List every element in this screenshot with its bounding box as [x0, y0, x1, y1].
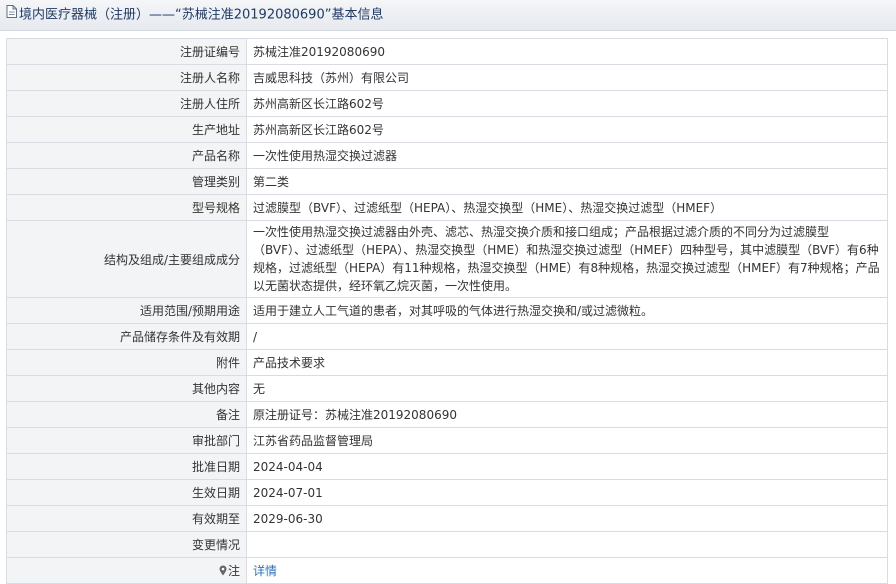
field-value: 无 — [246, 375, 888, 402]
table-row: 生产地址 苏州高新区长江路602号 — [6, 116, 888, 143]
table-row: 产品名称 一次性使用热湿交换过滤器 — [6, 142, 888, 169]
table-row: 注册人住所 苏州高新区长江路602号 — [6, 90, 888, 117]
note-label-cell: 注 — [6, 557, 247, 584]
field-label: 审批部门 — [6, 427, 247, 454]
info-table: 注册证编号 苏械注准20192080690 注册人名称 吉威思科技（苏州）有限公… — [6, 38, 888, 584]
table-row: 型号规格 过滤膜型（BVF）、过滤纸型（HEPA）、热湿交换型（HME）、热湿交… — [6, 194, 888, 221]
table-row: 结构及组成/主要组成成分 一次性使用热湿交换过滤器由外壳、滤芯、热湿交换介质和接… — [6, 220, 888, 298]
field-value: 一次性使用热湿交换过滤器 — [246, 142, 888, 169]
field-value: 2024-04-04 — [246, 453, 888, 480]
field-label: 生效日期 — [6, 479, 247, 506]
table-row: 审批部门 江苏省药品监督管理局 — [6, 427, 888, 454]
field-value: 过滤膜型（BVF）、过滤纸型（HEPA）、热湿交换型（HME）、热湿交换过滤型（… — [246, 194, 888, 221]
field-label: 备注 — [6, 401, 247, 428]
table-row: 适用范围/预期用途 适用于建立人工气道的患者，对其呼吸的气体进行热湿交换和/或过… — [6, 297, 888, 324]
table-row: 产品储存条件及有效期 / — [6, 323, 888, 350]
field-label: 型号规格 — [6, 194, 247, 221]
table-row: 其他内容 无 — [6, 375, 888, 402]
field-value: 苏州高新区长江路602号 — [246, 90, 888, 117]
field-value: 原注册证号：苏械注准20192080690 — [246, 401, 888, 428]
note-label: 注 — [227, 564, 240, 578]
field-label: 适用范围/预期用途 — [6, 297, 247, 324]
field-label: 批准日期 — [6, 453, 247, 480]
pin-icon — [219, 565, 227, 579]
field-value: 吉威思科技（苏州）有限公司 — [246, 64, 888, 91]
field-label: 产品储存条件及有效期 — [6, 323, 247, 350]
field-value: 第二类 — [246, 168, 888, 195]
field-value: 苏州高新区长江路602号 — [246, 116, 888, 143]
table-row: 管理类别 第二类 — [6, 168, 888, 195]
field-label: 结构及组成/主要组成成分 — [6, 220, 247, 298]
field-value: 2029-06-30 — [246, 505, 888, 532]
table-row: 附件 产品技术要求 — [6, 349, 888, 376]
field-value: 适用于建立人工气道的患者，对其呼吸的气体进行热湿交换和/或过滤微粒。 — [246, 297, 888, 324]
field-label: 有效期至 — [6, 505, 247, 532]
table-row: 生效日期 2024-07-01 — [6, 479, 888, 506]
field-label: 产品名称 — [6, 142, 247, 169]
info-table-container: 注册证编号 苏械注准20192080690 注册人名称 吉威思科技（苏州）有限公… — [6, 38, 888, 584]
table-row: 注 详情 — [6, 557, 888, 584]
table-row: 批准日期 2024-04-04 — [6, 453, 888, 480]
details-link[interactable]: 详情 — [253, 564, 277, 578]
field-label: 附件 — [6, 349, 247, 376]
field-value: 江苏省药品监督管理局 — [246, 427, 888, 454]
page-title: 境内医疗器械（注册）——“苏械注准20192080690”基本信息 — [19, 7, 384, 23]
field-value: / — [246, 323, 888, 350]
page-title-bar: 境内医疗器械（注册）——“苏械注准20192080690”基本信息 — [0, 0, 896, 31]
field-label: 变更情况 — [6, 531, 247, 558]
field-label: 注册证编号 — [6, 38, 247, 65]
field-value: 2024-07-01 — [246, 479, 888, 506]
document-icon — [6, 0, 17, 30]
table-row: 变更情况 — [6, 531, 888, 558]
field-value — [246, 531, 888, 558]
field-label: 生产地址 — [6, 116, 247, 143]
table-row: 注册证编号 苏械注准20192080690 — [6, 38, 888, 65]
table-row: 注册人名称 吉威思科技（苏州）有限公司 — [6, 64, 888, 91]
field-value: 详情 — [246, 557, 888, 584]
field-label: 注册人住所 — [6, 90, 247, 117]
table-row: 备注 原注册证号：苏械注准20192080690 — [6, 401, 888, 428]
field-label: 其他内容 — [6, 375, 247, 402]
field-value: 产品技术要求 — [246, 349, 888, 376]
table-row: 有效期至 2029-06-30 — [6, 505, 888, 532]
field-label: 管理类别 — [6, 168, 247, 195]
field-label: 注册人名称 — [6, 64, 247, 91]
field-value: 苏械注准20192080690 — [246, 38, 888, 65]
field-value: 一次性使用热湿交换过滤器由外壳、滤芯、热湿交换介质和接口组成；产品根据过滤介质的… — [246, 220, 888, 298]
